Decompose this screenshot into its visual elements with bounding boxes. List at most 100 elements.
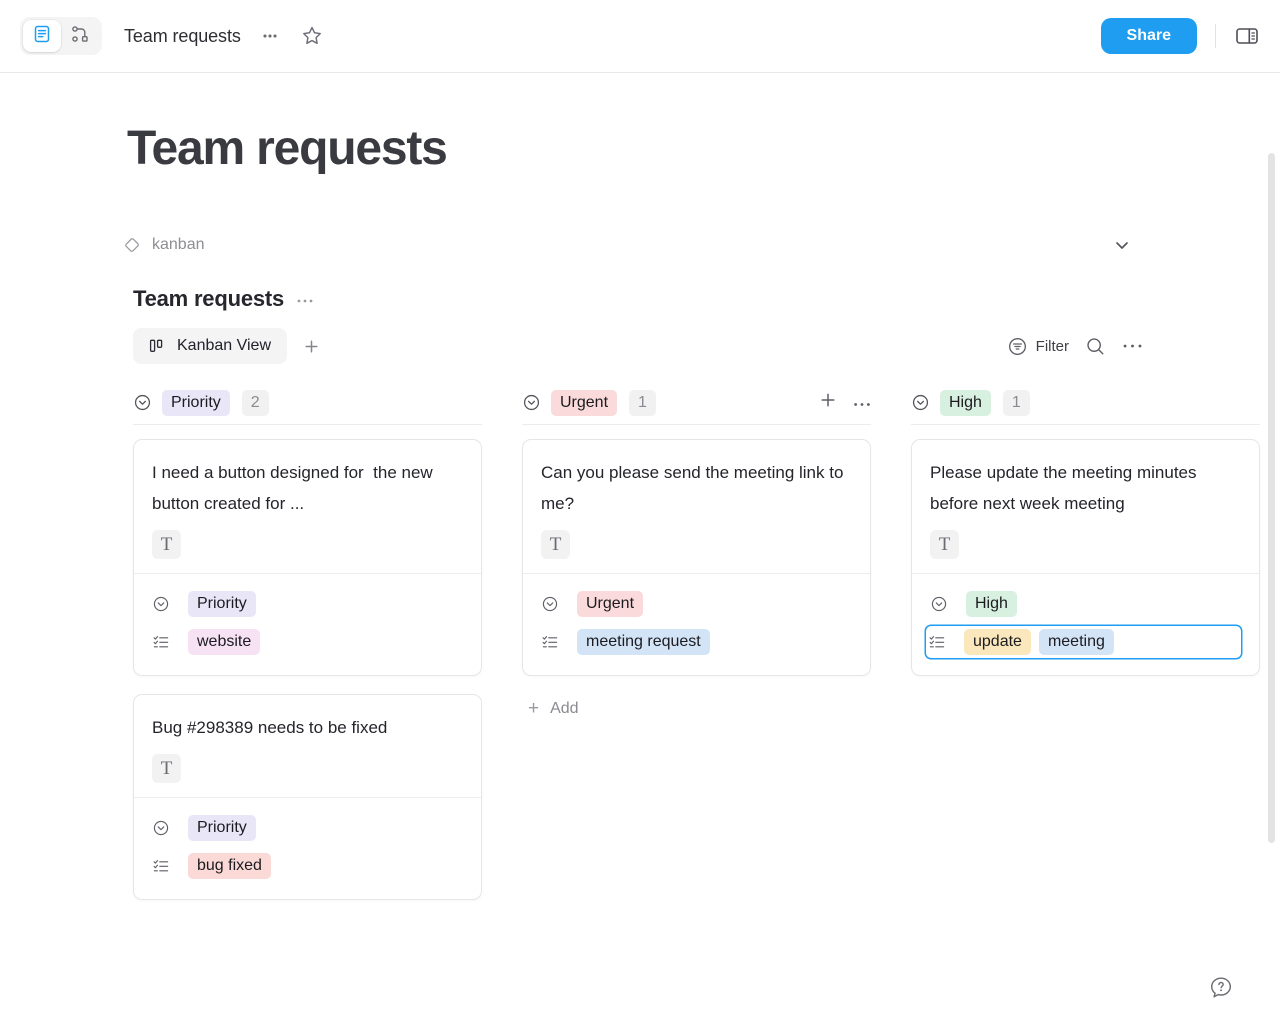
text-type-icon: T <box>930 530 959 559</box>
group-chip-label[interactable]: Priority <box>162 389 230 416</box>
text-type-icon: T <box>152 530 181 559</box>
group-chip-label[interactable]: Urgent <box>551 389 618 416</box>
kanban-group-actions <box>819 391 871 414</box>
card-title[interactable]: Bug #298389 needs to be fixed <box>152 712 463 743</box>
card-property-select[interactable]: Priority <box>152 812 463 844</box>
multi-select-property-icon <box>152 857 174 875</box>
tag-icon <box>123 236 141 254</box>
multi-select-property-icon <box>541 633 563 651</box>
tab-kanban-view[interactable]: Kanban View <box>133 328 287 364</box>
kanban-card[interactable]: Bug #298389 needs to be fixed T Priority… <box>133 694 482 900</box>
edgeless-mode-icon <box>70 24 90 49</box>
card-tag: bug fixed <box>188 853 271 879</box>
kanban-group-priority: Priority 2 I need a button designed for … <box>133 389 482 918</box>
tab-kanban-view-label: Kanban View <box>177 337 271 354</box>
card-property-select[interactable]: Urgent <box>541 588 852 620</box>
card-tag: High <box>966 591 1017 617</box>
group-more-button[interactable] <box>853 394 871 412</box>
kanban-group-high: High 1 Please update the meeting minutes… <box>911 389 1260 918</box>
card-tag-list: Priority <box>188 815 256 841</box>
database-header: Team requests <box>133 286 1143 312</box>
view-bar: Kanban View Filter <box>133 328 1143 364</box>
select-property-icon <box>522 393 541 412</box>
card-tag: Urgent <box>577 591 644 617</box>
card-header: I need a button designed for the new but… <box>134 440 481 573</box>
card-property-select[interactable]: High <box>930 588 1241 620</box>
share-button[interactable]: Share <box>1100 18 1197 54</box>
card-properties: High update meeting <box>912 573 1259 675</box>
help-question-icon[interactable] <box>1207 974 1235 1002</box>
doc-mode-icon <box>32 24 52 49</box>
card-title[interactable]: Can you please send the meeting link to … <box>541 457 852 519</box>
text-type-icon: T <box>152 754 181 783</box>
more-horizontal-icon <box>1122 343 1143 349</box>
select-property-icon <box>152 595 174 613</box>
kanban-card[interactable]: I need a button designed for the new but… <box>133 439 482 676</box>
card-tag: update <box>964 629 1031 655</box>
page-mode-button[interactable] <box>23 20 61 52</box>
add-card-row[interactable]: + Add <box>522 694 871 718</box>
toolbar-divider <box>1215 24 1216 48</box>
kanban-card[interactable]: Please update the meeting minutes before… <box>911 439 1260 676</box>
database-options-button[interactable] <box>1122 343 1143 349</box>
right-sidebar-toggle-button[interactable] <box>1234 23 1260 49</box>
card-tag-list: Priority <box>188 591 256 617</box>
select-property-icon <box>152 819 174 837</box>
card-tag: meeting <box>1038 629 1114 655</box>
card-header: Please update the meeting minutes before… <box>912 440 1259 573</box>
card-title[interactable]: Please update the meeting minutes before… <box>930 457 1241 519</box>
card-tag: meeting request <box>577 629 710 655</box>
multi-select-property-icon <box>928 633 950 651</box>
search-button[interactable] <box>1085 336 1106 357</box>
multi-select-property-icon <box>152 633 174 651</box>
card-property-select[interactable]: Priority <box>152 588 463 620</box>
card-tag-list: update meeting <box>964 629 1114 655</box>
card-property-multi-select[interactable]: website <box>152 626 463 658</box>
select-property-icon <box>133 393 152 412</box>
page-title[interactable]: Team requests <box>127 121 1280 176</box>
card-header: Can you please send the meeting link to … <box>523 440 870 573</box>
card-tag-list: High <box>966 591 1017 617</box>
card-title[interactable]: I need a button designed for the new but… <box>152 457 463 519</box>
database-title[interactable]: Team requests <box>133 286 284 312</box>
card-properties: Urgent meeting request <box>523 573 870 675</box>
editor-mode-switcher[interactable] <box>20 17 102 55</box>
database-more-button[interactable] <box>296 294 316 304</box>
kanban-view-icon <box>149 338 165 354</box>
kanban-group-header: Priority 2 <box>133 389 482 425</box>
select-property-icon <box>930 595 952 613</box>
filter-label: Filter <box>1035 337 1069 355</box>
page-content: Team requests kanban Team requests Kanba… <box>0 73 1280 1024</box>
top-bar-actions: Share <box>1100 18 1280 54</box>
add-view-button[interactable] <box>301 336 321 356</box>
card-property-multi-select[interactable]: update meeting <box>926 626 1241 658</box>
kanban-group-header: High 1 <box>911 389 1260 425</box>
search-icon <box>1085 336 1106 357</box>
card-tag: Priority <box>188 591 256 617</box>
chevron-down-icon[interactable] <box>1111 234 1133 256</box>
document-title[interactable]: Team requests <box>124 26 241 47</box>
database-block: Team requests Kanban View Filter Priorit… <box>133 286 1260 918</box>
select-property-icon <box>541 595 563 613</box>
group-card-count: 1 <box>1002 389 1030 416</box>
text-type-icon: T <box>541 530 570 559</box>
kanban-card[interactable]: Can you please send the meeting link to … <box>522 439 871 676</box>
page-tag-label[interactable]: kanban <box>152 236 205 254</box>
filter-button[interactable]: Filter <box>1007 336 1069 357</box>
favorite-star-button[interactable] <box>299 23 325 49</box>
kanban-board: Priority 2 I need a button designed for … <box>133 389 1260 918</box>
card-property-multi-select[interactable]: bug fixed <box>152 850 463 882</box>
doc-more-button[interactable] <box>257 23 283 49</box>
kanban-group-urgent: Urgent 1 Can you please send the meeting… <box>522 389 871 918</box>
group-card-count: 1 <box>629 389 656 416</box>
edgeless-mode-button[interactable] <box>61 20 99 52</box>
add-card-button[interactable] <box>819 391 837 414</box>
add-card-label: Add <box>550 700 579 717</box>
card-properties: Priority website <box>134 573 481 675</box>
card-tag-list: website <box>188 629 261 655</box>
group-chip-label[interactable]: High <box>940 389 991 416</box>
vertical-scrollbar[interactable] <box>1268 153 1275 843</box>
card-property-multi-select[interactable]: meeting request <box>541 626 852 658</box>
select-property-icon <box>911 393 930 412</box>
card-tag-list: meeting request <box>577 629 710 655</box>
